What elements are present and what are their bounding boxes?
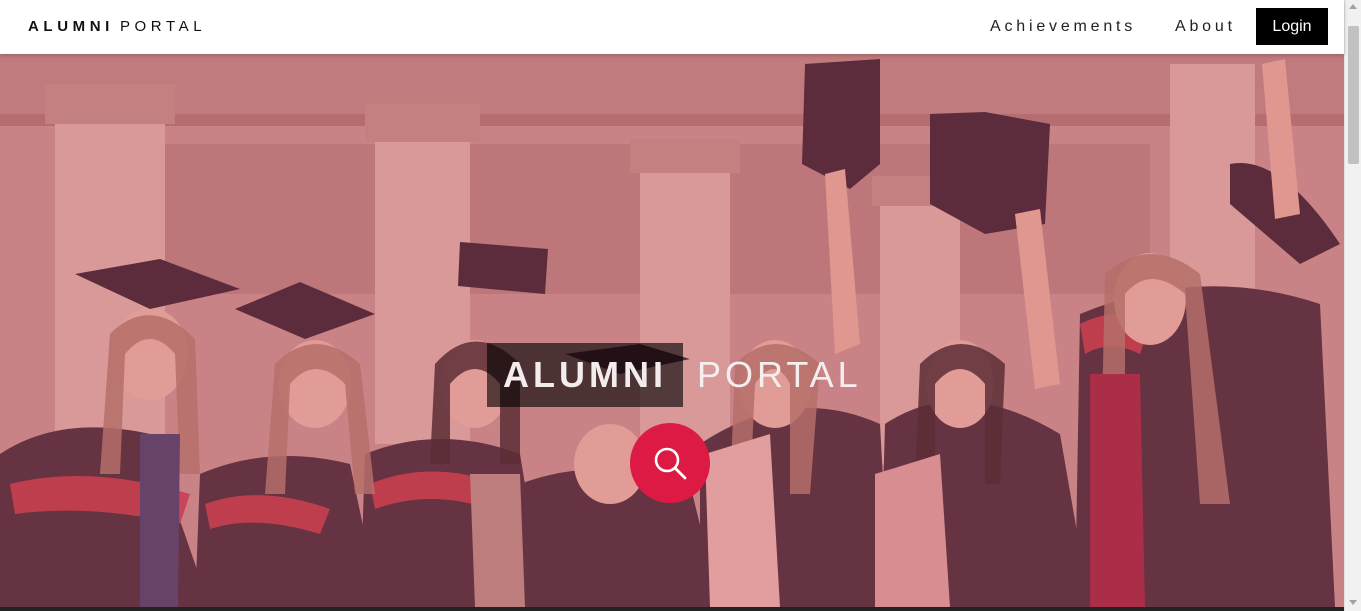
login-button[interactable]: Login xyxy=(1256,8,1328,45)
top-navbar: ALUMNI PORTAL Achievements About Login xyxy=(0,0,1344,54)
scroll-up-arrow-icon[interactable] xyxy=(1349,4,1357,9)
hero-title-strong: ALUMNI xyxy=(487,343,683,407)
hero-search-button[interactable] xyxy=(630,423,710,503)
nav-about-link[interactable]: About xyxy=(1175,18,1236,36)
brand-logo[interactable]: ALUMNI PORTAL xyxy=(28,18,206,35)
hero-title: ALUMNI PORTAL xyxy=(487,343,862,407)
vertical-scrollbar[interactable] xyxy=(1344,0,1361,611)
hero-tint-overlay xyxy=(0,54,1344,607)
hero-banner: ALUMNI PORTAL xyxy=(0,54,1344,607)
scrollbar-thumb[interactable] xyxy=(1348,26,1359,164)
hero-title-light: PORTAL xyxy=(696,354,862,395)
brand-strong: ALUMNI xyxy=(28,18,114,35)
search-icon xyxy=(654,447,687,480)
brand-light: PORTAL xyxy=(119,18,207,35)
page-bottom-edge xyxy=(0,607,1344,611)
nav-achievements-link[interactable]: Achievements xyxy=(990,18,1136,36)
scroll-down-arrow-icon[interactable] xyxy=(1349,600,1357,605)
